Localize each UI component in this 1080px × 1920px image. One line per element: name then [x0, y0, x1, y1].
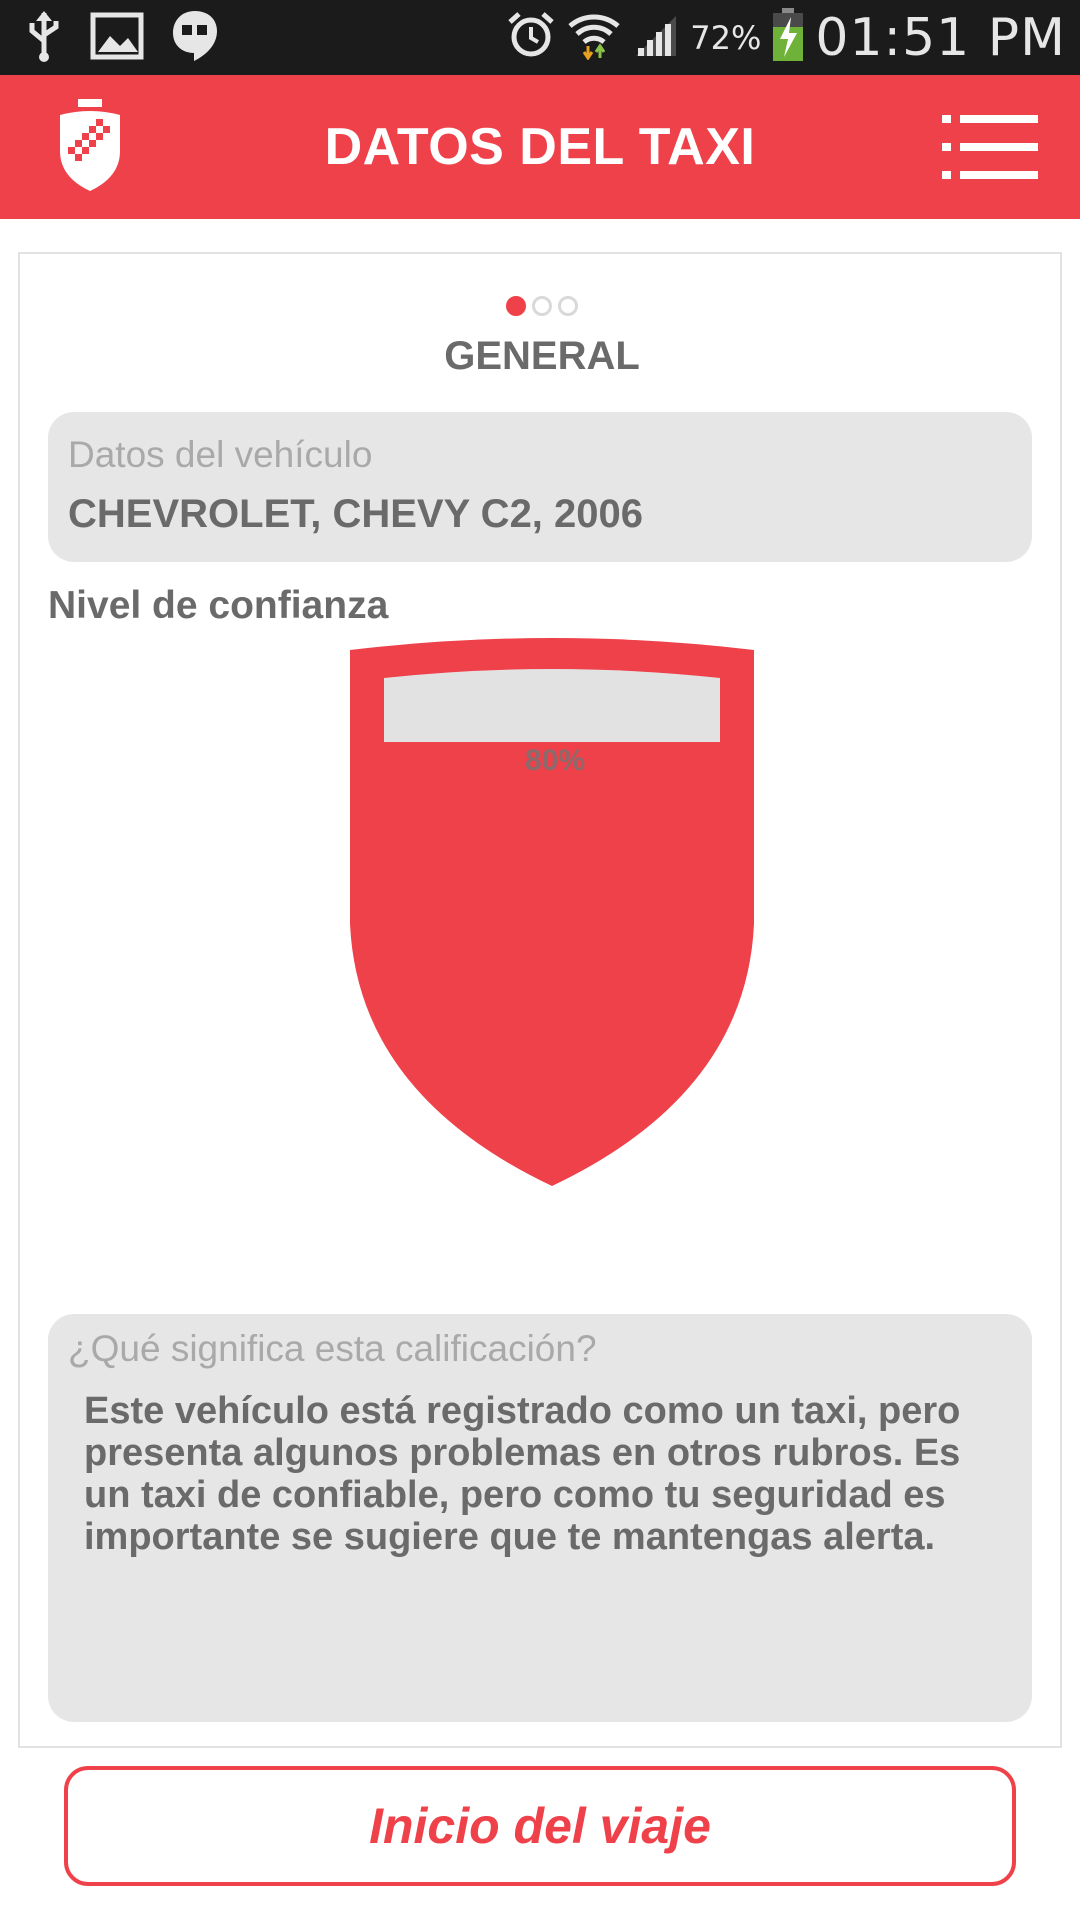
hangouts-icon: [170, 9, 220, 68]
vehicle-info-label: Datos del vehículo: [68, 434, 373, 475]
page-dot-2[interactable]: [532, 296, 552, 316]
taxi-info-card[interactable]: GENERAL Datos del vehículo CHEVROLET, CH…: [18, 252, 1062, 1748]
battery-charging-icon: [771, 7, 805, 68]
vehicle-info-box: Datos del vehículo CHEVROLET, CHEVY C2, …: [48, 412, 1032, 562]
image-icon: [90, 12, 144, 65]
page-dot-3[interactable]: [558, 296, 578, 316]
app-bar: DATOS DEL TAXI: [0, 75, 1080, 219]
page-indicator[interactable]: [20, 296, 1064, 316]
trust-shield-gauge: [342, 634, 762, 1194]
trust-percent: 80%: [524, 744, 586, 777]
clock: 01:51 PM: [815, 7, 1066, 68]
status-system: 72% 01:51 PM: [506, 0, 1066, 75]
page-title: DATOS DEL TAXI: [324, 118, 756, 176]
menu-list-icon[interactable]: [940, 111, 1040, 183]
rating-explanation-text: Este vehículo está registrado como un ta…: [84, 1390, 961, 1558]
shield-empty-area: [384, 669, 720, 742]
wifi-icon: [566, 10, 622, 65]
alarm-icon: [506, 10, 556, 65]
trust-level-label: Nivel de confianza: [48, 584, 389, 627]
page-dot-1[interactable]: [506, 296, 526, 316]
usb-icon: [24, 9, 64, 68]
signal-icon: [632, 10, 680, 65]
section-title: GENERAL: [444, 334, 640, 378]
vehicle-info-value: CHEVROLET, CHEVY C2, 2006: [68, 492, 644, 536]
status-bar: 72% 01:51 PM: [0, 0, 1080, 75]
status-notifications: [24, 8, 220, 68]
battery-percent: 72%: [690, 18, 762, 57]
rating-explanation-label: ¿Qué significa esta calificación?: [68, 1328, 597, 1369]
start-trip-button[interactable]: Inicio del viaje: [64, 1766, 1016, 1886]
rating-explanation-box: ¿Qué significa esta calificación? Este v…: [48, 1314, 1032, 1722]
